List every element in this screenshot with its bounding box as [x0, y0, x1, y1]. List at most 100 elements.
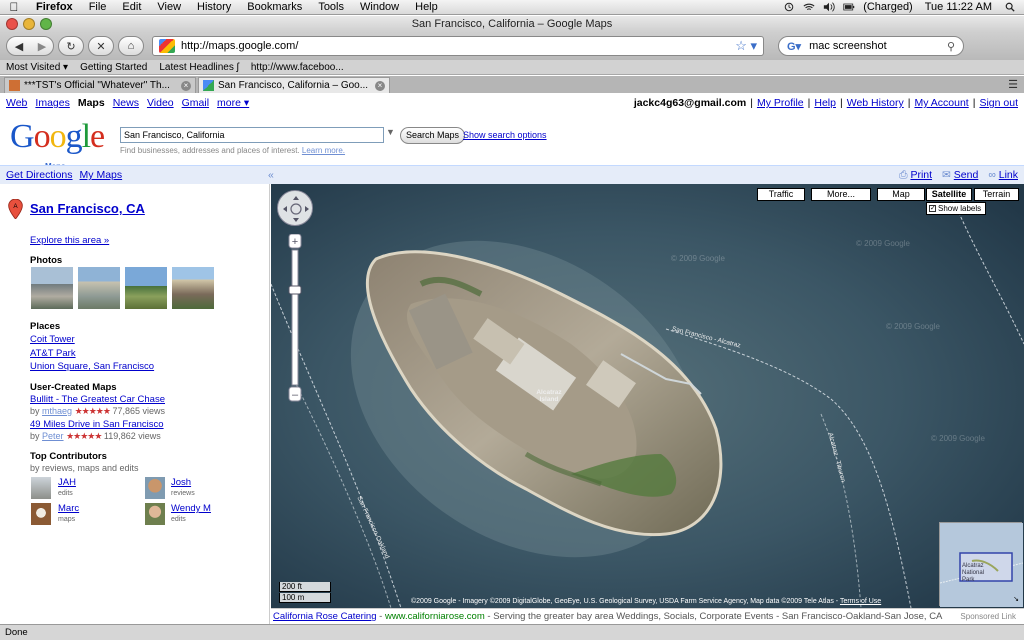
link-action[interactable]: ∞ Link	[988, 169, 1018, 182]
apple-menu-icon[interactable]: 	[0, 0, 28, 14]
place-link-union-square[interactable]: Union Square, San Francisco	[30, 361, 154, 372]
tab-close-icon[interactable]: ×	[375, 80, 385, 91]
search-history-dropdown-icon[interactable]: ▼	[386, 127, 395, 137]
my-account-link[interactable]: My Account	[914, 97, 968, 109]
home-button[interactable]: ⌂	[118, 36, 144, 56]
spotlight-icon[interactable]	[1004, 2, 1016, 12]
google-maps-logo[interactable]: Google Maps	[10, 120, 105, 172]
zoom-slider[interactable]: + –	[287, 234, 303, 404]
menu-edit[interactable]: Edit	[114, 1, 149, 13]
send-link[interactable]: Send	[954, 169, 979, 181]
terms-of-use-link[interactable]: Terms of Use	[840, 598, 881, 605]
search-icon[interactable]: ⚲	[947, 40, 955, 53]
reload-button[interactable]: ↻	[58, 36, 84, 56]
google-search-engine-icon[interactable]: G▾	[787, 40, 801, 53]
bookmark-star-icon[interactable]: ☆ ▾	[735, 38, 757, 54]
bookmark-latest-headlines[interactable]: Latest Headlines ʃ	[159, 62, 239, 73]
help-link[interactable]: Help	[814, 97, 836, 109]
author-link[interactable]: mthaeg	[42, 406, 72, 416]
avatar[interactable]	[31, 503, 51, 525]
forward-arrow-icon[interactable]: ▶	[31, 40, 53, 53]
menu-app-firefox[interactable]: Firefox	[28, 1, 81, 13]
map-type-map-button[interactable]: Map	[877, 188, 925, 201]
user-map-link-49-miles[interactable]: 49 Miles Drive in San Francisco	[30, 419, 164, 430]
print-link[interactable]: Print	[910, 169, 932, 181]
time-machine-icon[interactable]	[783, 2, 795, 12]
traffic-button[interactable]: Traffic	[757, 188, 805, 201]
ad-title-link[interactable]: California Rose Catering	[273, 611, 377, 622]
gnav-video[interactable]: Video	[147, 97, 174, 109]
maps-search-input[interactable]	[120, 127, 384, 143]
tab-close-icon[interactable]: ×	[181, 80, 191, 91]
minimize-window-button[interactable]	[23, 18, 35, 30]
tab-list-menu-icon[interactable]: ☰	[1008, 78, 1018, 91]
link-link[interactable]: Link	[999, 169, 1018, 181]
more-layers-button[interactable]: More...	[811, 188, 871, 201]
gnav-more[interactable]: more ▾	[217, 97, 249, 109]
map-type-terrain-button[interactable]: Terrain	[974, 188, 1019, 201]
gnav-news[interactable]: News	[113, 97, 139, 109]
print-action[interactable]: ⎙ Print	[899, 169, 932, 182]
overview-toggle-icon[interactable]: ↘	[1013, 595, 1019, 603]
wifi-icon[interactable]	[803, 2, 815, 12]
avatar[interactable]	[31, 477, 51, 499]
search-bar[interactable]: G▾ mac screenshot ⚲	[778, 36, 964, 56]
url-bar[interactable]: http://maps.google.com/ ☆ ▾	[152, 36, 764, 56]
menu-tools[interactable]: Tools	[310, 1, 352, 13]
show-search-options-link[interactable]: Show search options	[463, 130, 547, 140]
menu-help[interactable]: Help	[407, 1, 446, 13]
author-link[interactable]: Peter	[42, 431, 64, 441]
avatar[interactable]	[145, 503, 165, 525]
photo-thumbnail-2[interactable]	[78, 267, 120, 309]
sign-out-link[interactable]: Sign out	[979, 97, 1018, 109]
menu-view[interactable]: View	[149, 1, 189, 13]
back-arrow-icon[interactable]: ◀	[7, 40, 31, 53]
menu-window[interactable]: Window	[352, 1, 407, 13]
zoom-window-button[interactable]	[40, 18, 52, 30]
search-maps-button[interactable]: Search Maps	[400, 127, 466, 144]
menu-history[interactable]: History	[189, 1, 239, 13]
place-link-att-park[interactable]: AT&T Park	[30, 348, 76, 359]
avatar[interactable]	[145, 477, 165, 499]
send-action[interactable]: ✉ Send	[942, 169, 978, 182]
contributor-link-josh[interactable]: Josh	[171, 477, 191, 488]
stop-button[interactable]: ✕	[88, 36, 114, 56]
bookmark-facebook[interactable]: http://www.faceboo...	[251, 62, 344, 73]
photo-thumbnail-1[interactable]	[31, 267, 73, 309]
pan-control[interactable]	[277, 190, 313, 226]
bookmark-getting-started[interactable]: Getting Started	[80, 62, 147, 73]
map-marker-a-icon[interactable]: A	[8, 199, 23, 219]
menu-file[interactable]: File	[81, 1, 115, 13]
tab-google-maps[interactable]: San Francisco, California – Goo... ×	[198, 77, 390, 93]
gnav-images[interactable]: Images	[35, 97, 69, 109]
place-link-coit-tower[interactable]: Coit Tower	[30, 334, 75, 345]
explore-area-link[interactable]: Explore this area »	[30, 235, 109, 246]
overview-map[interactable]: Alcatraz National Park ↘	[939, 522, 1024, 607]
close-window-button[interactable]	[6, 18, 18, 30]
contributor-link-wendy-m[interactable]: Wendy M	[171, 503, 211, 514]
map-type-satellite-button[interactable]: Satellite	[926, 188, 972, 201]
menubar-clock[interactable]: Tue 11:22 AM	[921, 1, 996, 13]
get-directions-link[interactable]: Get Directions	[6, 169, 73, 181]
tab-forum[interactable]: ***TST's Official "Whatever" Th... ×	[4, 77, 196, 93]
user-map-link-bullitt[interactable]: Bullitt - The Greatest Car Chase	[30, 394, 165, 405]
photo-thumbnail-4[interactable]	[172, 267, 214, 309]
gnav-web[interactable]: Web	[6, 97, 27, 109]
my-profile-link[interactable]: My Profile	[757, 97, 804, 109]
web-history-link[interactable]: Web History	[847, 97, 904, 109]
learn-more-link[interactable]: Learn more.	[302, 146, 345, 155]
contributor-link-jah[interactable]: JAH	[58, 477, 76, 488]
menu-bookmarks[interactable]: Bookmarks	[239, 1, 310, 13]
ad-url[interactable]: www.californiarose.com	[385, 611, 485, 622]
show-labels-checkbox[interactable]: ✓ Show labels	[926, 202, 986, 215]
photo-thumbnail-3[interactable]	[125, 267, 167, 309]
collapse-panel-icon[interactable]: «	[268, 169, 282, 181]
place-title-link[interactable]: San Francisco, CA	[30, 201, 145, 216]
contributor-link-marc[interactable]: Marc	[58, 503, 79, 514]
my-maps-link[interactable]: My Maps	[80, 169, 123, 181]
satellite-map[interactable]: © 2009 Google © 2009 Google © 2009 Googl…	[271, 184, 1024, 608]
volume-icon[interactable]	[823, 2, 835, 12]
gnav-gmail[interactable]: Gmail	[182, 97, 209, 109]
bookmark-most-visited[interactable]: Most Visited ▾	[6, 62, 68, 73]
battery-icon[interactable]	[843, 2, 855, 12]
